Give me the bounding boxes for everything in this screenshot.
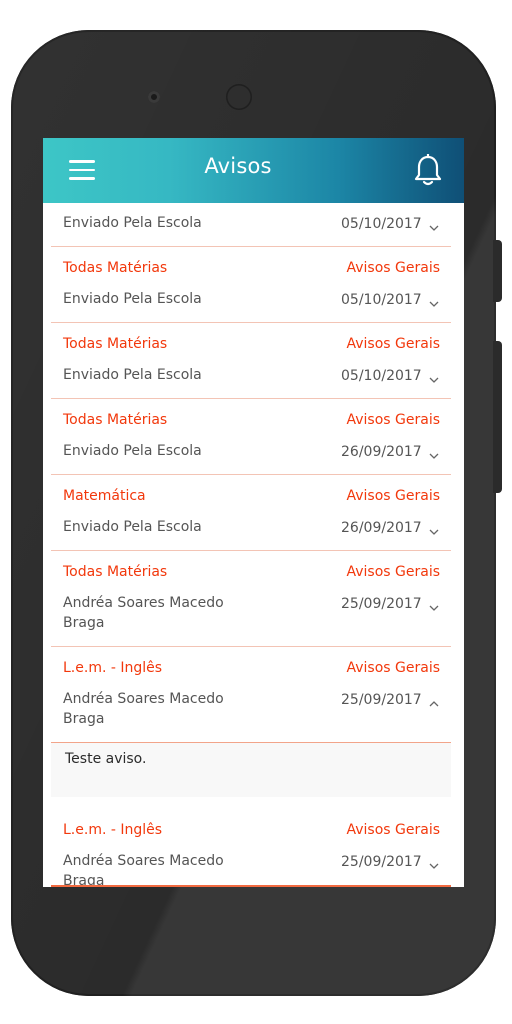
notice-sender: Andréa Soares Macedo Braga bbox=[63, 853, 224, 887]
notice-item[interactable]: L.e.m. - Inglês Avisos Gerais Andréa Soare… bbox=[51, 809, 451, 887]
phone-camera bbox=[148, 91, 160, 103]
list-bottom-divider bbox=[51, 885, 451, 887]
notice-message: Teste aviso. bbox=[65, 751, 147, 767]
notice-date: 05/10/2017 bbox=[341, 216, 422, 232]
notice-item[interactable]: Todas Matérias Avisos Gerais Enviado Pela … bbox=[51, 323, 451, 399]
page-title: Avisos bbox=[204, 154, 272, 178]
phone-power-button bbox=[493, 341, 502, 493]
chevron-down-icon[interactable] bbox=[428, 599, 440, 611]
notice-sender: Enviado Pela Escola bbox=[63, 519, 202, 535]
notice-category: Avisos Gerais bbox=[346, 260, 440, 276]
notice-item[interactable]: Todas Matérias Avisos Gerais Andréa Soares… bbox=[51, 551, 451, 647]
app-screen: Avisos Enviado Pela Escola 05/10/2017 Toda… bbox=[43, 138, 464, 887]
notice-category: Avisos Gerais bbox=[346, 822, 440, 838]
notice-category: Avisos Gerais bbox=[346, 336, 440, 352]
notice-sender: Enviado Pela Escola bbox=[63, 367, 202, 383]
chevron-up-icon[interactable] bbox=[428, 695, 440, 707]
notice-message-panel: Teste aviso. bbox=[51, 743, 451, 797]
notice-sender: Enviado Pela Escola bbox=[63, 443, 202, 459]
notice-date: 25/09/2017 bbox=[341, 692, 422, 708]
notice-sender: Andréa Soares Macedo Braga bbox=[63, 691, 224, 727]
notice-subject: L.e.m. - Inglês bbox=[63, 822, 163, 838]
chevron-down-icon[interactable] bbox=[428, 857, 440, 869]
notice-item[interactable]: Todas Matérias Avisos Gerais Enviado Pela … bbox=[51, 399, 451, 475]
notice-subject: Todas Matérias bbox=[63, 260, 168, 276]
notice-list: Enviado Pela Escola 05/10/2017 Todas Matér… bbox=[51, 203, 451, 887]
notice-item[interactable]: L.e.m. - Inglês Avisos Gerais Andréa Soare… bbox=[51, 647, 451, 743]
notice-category: Avisos Gerais bbox=[346, 412, 440, 428]
notice-date: 05/10/2017 bbox=[341, 368, 422, 384]
notice-item[interactable]: Matemática Avisos Gerais Enviado Pela Esco… bbox=[51, 475, 451, 551]
notice-category: Avisos Gerais bbox=[346, 564, 440, 580]
phone-volume-button bbox=[493, 240, 502, 302]
chevron-down-icon[interactable] bbox=[428, 371, 440, 383]
phone-sensor bbox=[226, 84, 252, 110]
notice-category: Avisos Gerais bbox=[346, 660, 440, 676]
bell-icon[interactable] bbox=[413, 154, 443, 188]
notice-date: 25/09/2017 bbox=[341, 854, 422, 870]
notice-subject: Todas Matérias bbox=[63, 412, 168, 428]
chevron-down-icon[interactable] bbox=[428, 219, 440, 231]
notice-date: 26/09/2017 bbox=[341, 520, 422, 536]
notice-sender: Enviado Pela Escola bbox=[63, 215, 202, 231]
notice-subject: Todas Matérias bbox=[63, 336, 168, 352]
notice-sender: Andréa Soares Macedo Braga bbox=[63, 595, 224, 631]
notice-date: 05/10/2017 bbox=[341, 292, 422, 308]
notice-subject: Matemática bbox=[63, 488, 146, 504]
chevron-down-icon[interactable] bbox=[428, 447, 440, 459]
notice-item[interactable]: Todas Matérias Avisos Gerais Enviado Pela … bbox=[51, 247, 451, 323]
notice-date: 25/09/2017 bbox=[341, 596, 422, 612]
notice-subject: L.e.m. - Inglês bbox=[63, 660, 163, 676]
notice-subject: Todas Matérias bbox=[63, 564, 168, 580]
notice-category: Avisos Gerais bbox=[346, 488, 440, 504]
notice-item[interactable]: Enviado Pela Escola 05/10/2017 bbox=[51, 203, 451, 247]
notice-sender: Enviado Pela Escola bbox=[63, 291, 202, 307]
chevron-down-icon[interactable] bbox=[428, 523, 440, 535]
chevron-down-icon[interactable] bbox=[428, 295, 440, 307]
app-bar: Avisos bbox=[43, 138, 464, 203]
notice-date: 26/09/2017 bbox=[341, 444, 422, 460]
